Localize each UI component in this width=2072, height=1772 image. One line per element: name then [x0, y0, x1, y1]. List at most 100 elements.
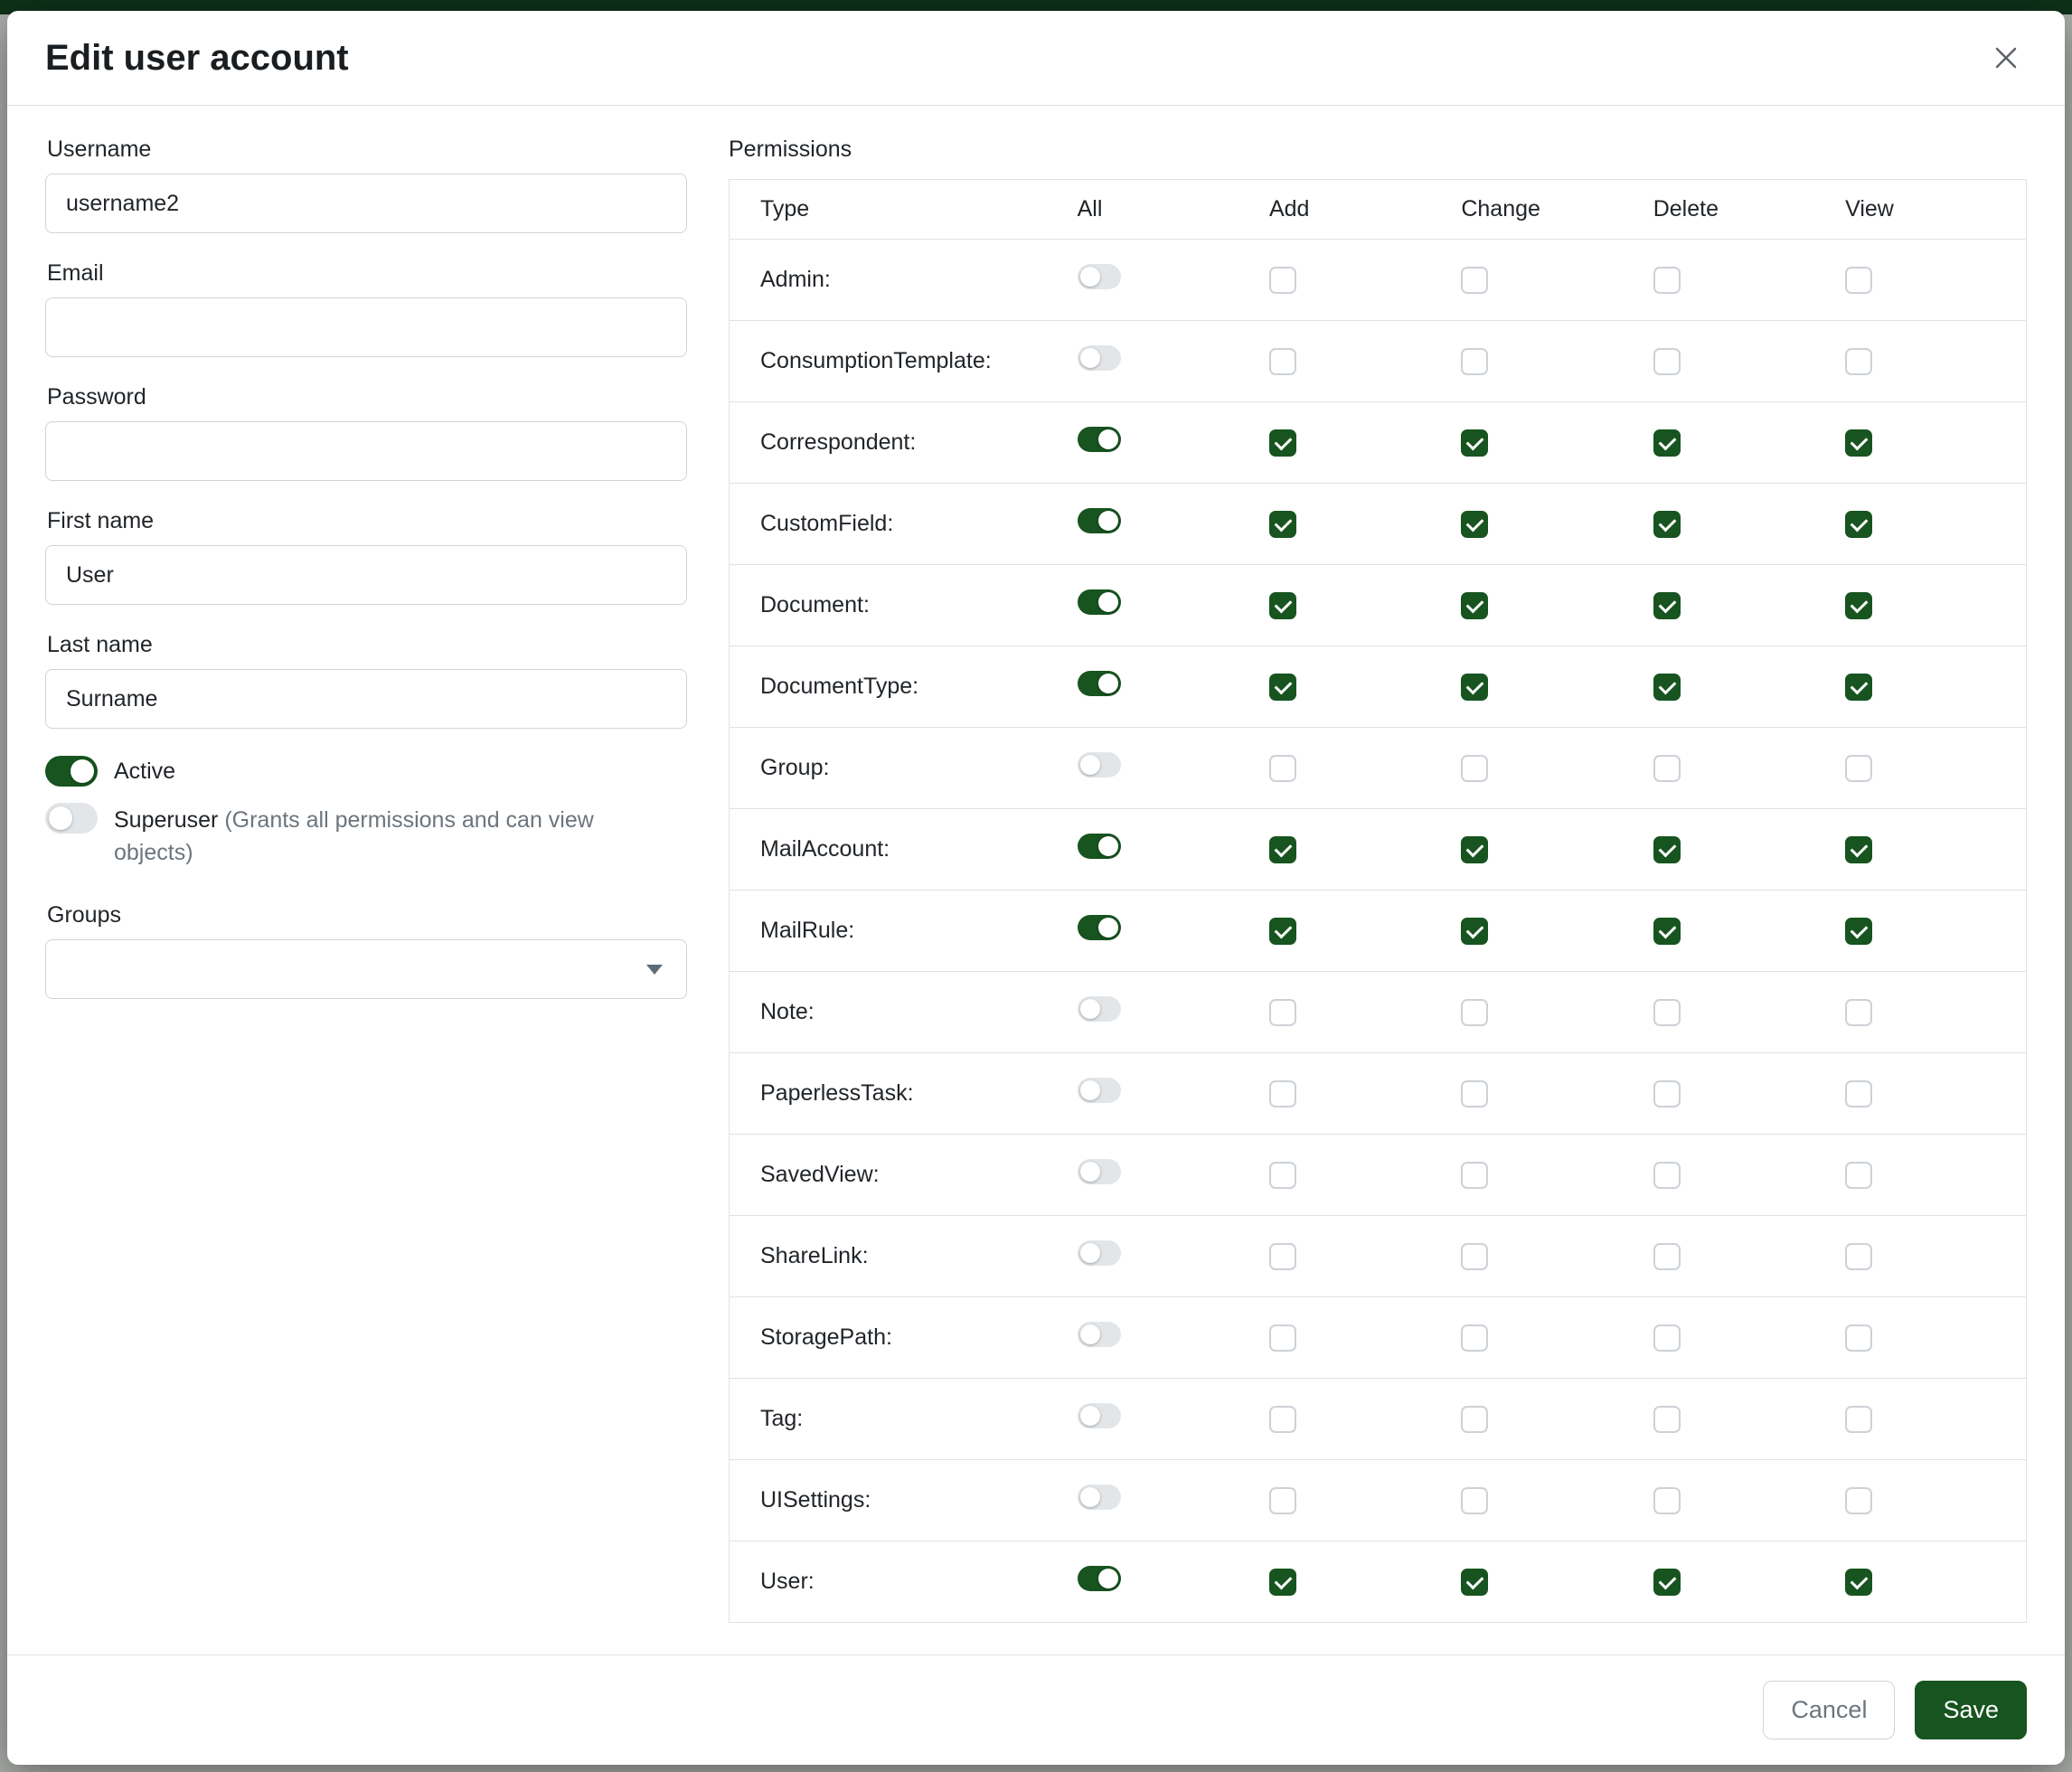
- permission-view-checkbox[interactable]: [1845, 918, 1872, 945]
- permission-add-checkbox[interactable]: [1269, 348, 1296, 375]
- username-input[interactable]: [45, 174, 687, 233]
- permission-add-checkbox[interactable]: [1269, 267, 1296, 294]
- permission-view-checkbox[interactable]: [1845, 999, 1872, 1026]
- permission-delete-checkbox[interactable]: [1653, 267, 1681, 294]
- permission-all-toggle[interactable]: [1078, 834, 1121, 859]
- permission-add-checkbox[interactable]: [1269, 836, 1296, 863]
- permission-delete-checkbox[interactable]: [1653, 1569, 1681, 1596]
- permission-view-checkbox[interactable]: [1845, 755, 1872, 782]
- permission-view-checkbox[interactable]: [1845, 1243, 1872, 1270]
- permission-add-checkbox[interactable]: [1269, 1487, 1296, 1514]
- permission-all-toggle[interactable]: [1078, 589, 1121, 615]
- permission-all-toggle[interactable]: [1078, 264, 1121, 289]
- permission-delete-checkbox[interactable]: [1653, 999, 1681, 1026]
- permission-all-toggle[interactable]: [1078, 915, 1121, 940]
- permission-all-toggle[interactable]: [1078, 1240, 1121, 1266]
- permission-view-checkbox[interactable]: [1845, 1324, 1872, 1352]
- permission-view-checkbox[interactable]: [1845, 1569, 1872, 1596]
- permission-all-toggle[interactable]: [1078, 671, 1121, 696]
- permission-add-checkbox[interactable]: [1269, 999, 1296, 1026]
- permission-view-checkbox[interactable]: [1845, 836, 1872, 863]
- permission-add-checkbox[interactable]: [1269, 755, 1296, 782]
- permission-view-checkbox[interactable]: [1845, 348, 1872, 375]
- permission-change-checkbox[interactable]: [1461, 267, 1488, 294]
- permission-all-toggle[interactable]: [1078, 1485, 1121, 1510]
- permission-delete-checkbox[interactable]: [1653, 755, 1681, 782]
- permission-all-toggle[interactable]: [1078, 1322, 1121, 1347]
- permission-change-checkbox[interactable]: [1461, 511, 1488, 538]
- permission-add-checkbox[interactable]: [1269, 511, 1296, 538]
- first-name-input[interactable]: [45, 545, 687, 605]
- permission-change-checkbox[interactable]: [1461, 1243, 1488, 1270]
- permission-delete-checkbox[interactable]: [1653, 592, 1681, 619]
- username-group: Username: [45, 137, 687, 233]
- permission-change-checkbox[interactable]: [1461, 755, 1488, 782]
- permission-add-checkbox[interactable]: [1269, 429, 1296, 457]
- permission-all-toggle[interactable]: [1078, 427, 1121, 452]
- permission-view-checkbox[interactable]: [1845, 267, 1872, 294]
- permission-delete-checkbox[interactable]: [1653, 918, 1681, 945]
- permission-change-checkbox[interactable]: [1461, 348, 1488, 375]
- permission-delete-checkbox[interactable]: [1653, 511, 1681, 538]
- permission-all-toggle[interactable]: [1078, 1403, 1121, 1428]
- permission-delete-checkbox[interactable]: [1653, 1243, 1681, 1270]
- email-input[interactable]: [45, 297, 687, 357]
- permission-view-checkbox[interactable]: [1845, 592, 1872, 619]
- permission-row: User:: [730, 1541, 2027, 1623]
- permission-add-checkbox[interactable]: [1269, 592, 1296, 619]
- permission-change-checkbox[interactable]: [1461, 1080, 1488, 1108]
- permission-view-checkbox[interactable]: [1845, 1162, 1872, 1189]
- permission-add-checkbox[interactable]: [1269, 1569, 1296, 1596]
- permission-change-checkbox[interactable]: [1461, 1406, 1488, 1433]
- permission-view-checkbox[interactable]: [1845, 674, 1872, 701]
- permission-change-checkbox[interactable]: [1461, 1487, 1488, 1514]
- permission-delete-checkbox[interactable]: [1653, 1406, 1681, 1433]
- permission-change-checkbox[interactable]: [1461, 674, 1488, 701]
- permission-change-checkbox[interactable]: [1461, 1569, 1488, 1596]
- permission-delete-checkbox[interactable]: [1653, 836, 1681, 863]
- permission-delete-checkbox[interactable]: [1653, 1487, 1681, 1514]
- permission-add-checkbox[interactable]: [1269, 918, 1296, 945]
- permission-view-checkbox[interactable]: [1845, 1080, 1872, 1108]
- permission-all-toggle[interactable]: [1078, 996, 1121, 1022]
- permission-change-checkbox[interactable]: [1461, 1162, 1488, 1189]
- active-toggle[interactable]: [45, 756, 98, 787]
- permission-change-checkbox[interactable]: [1461, 592, 1488, 619]
- last-name-input[interactable]: [45, 669, 687, 729]
- username-label: Username: [47, 137, 687, 163]
- permission-change-checkbox[interactable]: [1461, 999, 1488, 1026]
- cancel-button[interactable]: Cancel: [1763, 1681, 1895, 1739]
- permission-type-label: PaperlessTask:: [730, 1053, 1067, 1135]
- permission-view-checkbox[interactable]: [1845, 1406, 1872, 1433]
- permission-view-checkbox[interactable]: [1845, 511, 1872, 538]
- permission-change-checkbox[interactable]: [1461, 429, 1488, 457]
- permission-add-checkbox[interactable]: [1269, 1406, 1296, 1433]
- permission-delete-checkbox[interactable]: [1653, 429, 1681, 457]
- password-input[interactable]: [45, 421, 687, 481]
- permission-all-toggle[interactable]: [1078, 1566, 1121, 1591]
- permission-all-toggle[interactable]: [1078, 1159, 1121, 1184]
- permission-change-checkbox[interactable]: [1461, 918, 1488, 945]
- permission-all-toggle[interactable]: [1078, 345, 1121, 371]
- permission-delete-checkbox[interactable]: [1653, 1162, 1681, 1189]
- permission-delete-checkbox[interactable]: [1653, 674, 1681, 701]
- superuser-toggle[interactable]: [45, 803, 98, 834]
- permission-change-checkbox[interactable]: [1461, 1324, 1488, 1352]
- permission-add-checkbox[interactable]: [1269, 1162, 1296, 1189]
- permission-view-checkbox[interactable]: [1845, 1487, 1872, 1514]
- permission-add-checkbox[interactable]: [1269, 1243, 1296, 1270]
- permission-add-checkbox[interactable]: [1269, 674, 1296, 701]
- permission-all-toggle[interactable]: [1078, 752, 1121, 778]
- permission-add-checkbox[interactable]: [1269, 1324, 1296, 1352]
- permission-delete-checkbox[interactable]: [1653, 348, 1681, 375]
- permission-all-toggle[interactable]: [1078, 1078, 1121, 1103]
- save-button[interactable]: Save: [1915, 1681, 2027, 1739]
- groups-select[interactable]: [45, 939, 687, 999]
- close-button[interactable]: [1985, 37, 2027, 79]
- permission-delete-checkbox[interactable]: [1653, 1324, 1681, 1352]
- permission-all-toggle[interactable]: [1078, 508, 1121, 533]
- permission-delete-checkbox[interactable]: [1653, 1080, 1681, 1108]
- permission-add-checkbox[interactable]: [1269, 1080, 1296, 1108]
- permission-view-checkbox[interactable]: [1845, 429, 1872, 457]
- permission-change-checkbox[interactable]: [1461, 836, 1488, 863]
